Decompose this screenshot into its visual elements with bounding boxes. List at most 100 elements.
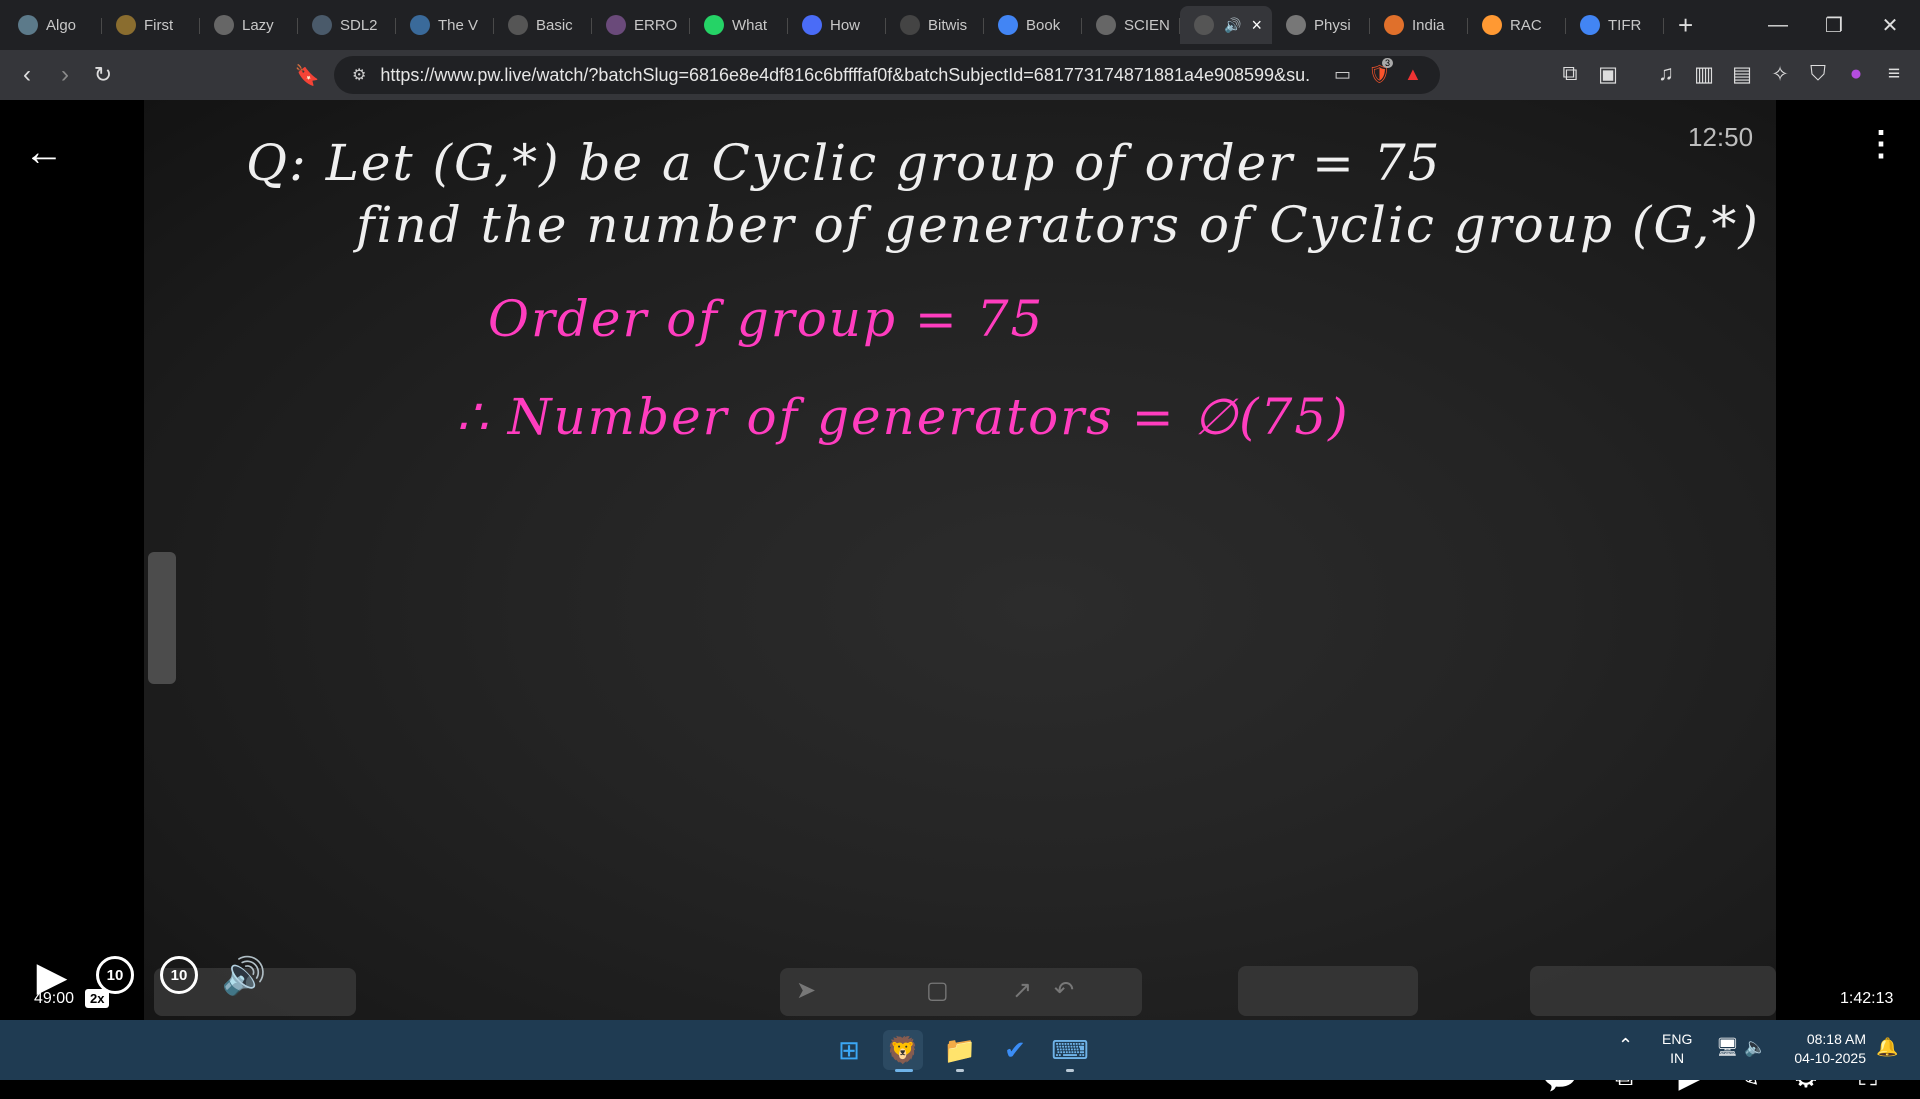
question-line-2: find the number of generators of Cyclic … bbox=[356, 196, 1760, 254]
tray-chevron-icon[interactable]: ⌃ bbox=[1618, 1036, 1633, 1055]
browser-tab[interactable]: Lazy bbox=[200, 6, 298, 44]
browser-tab[interactable]: TIFR bbox=[1566, 6, 1664, 44]
menu-icon[interactable]: ≡ bbox=[1880, 62, 1908, 86]
reader-icon[interactable]: ▣ bbox=[1594, 62, 1622, 87]
india-flag-icon bbox=[1482, 15, 1502, 35]
sdl-icon bbox=[312, 15, 332, 35]
volume-icon[interactable]: 🔊 bbox=[222, 954, 267, 998]
back-icon[interactable]: ‹ bbox=[8, 61, 46, 89]
sidebar-icon[interactable]: ▥ bbox=[1690, 62, 1718, 87]
file-explorer-icon[interactable]: 📁 bbox=[940, 1030, 980, 1072]
ghost-pointer-icon: ➤ bbox=[796, 977, 817, 1004]
browser-tab[interactable]: Physi bbox=[1272, 6, 1370, 44]
network-icon[interactable]: 🖥 bbox=[1716, 1038, 1739, 1057]
extensions-icon[interactable]: ⧉ bbox=[1556, 62, 1584, 86]
reload-icon[interactable]: ↻ bbox=[84, 62, 122, 88]
leo-ai-icon[interactable]: ✧ bbox=[1766, 62, 1794, 87]
tab-title: Bitwis bbox=[928, 16, 968, 34]
browser-tab[interactable]: India bbox=[1370, 6, 1468, 44]
ghost-toolbar-drawing bbox=[780, 968, 1142, 1016]
forward-icon[interactable]: › bbox=[46, 61, 84, 89]
whatsapp-icon bbox=[704, 15, 724, 35]
browser-tab-strip: Algo First Lazy SDL2 The V Basic ERRO What How Bi… bbox=[0, 0, 1920, 50]
browser-tab[interactable]: 🔊 × bbox=[1180, 6, 1272, 44]
code-icon bbox=[900, 15, 920, 35]
brave-rewards-icon[interactable]: ▲ bbox=[1404, 64, 1422, 85]
wallet-icon[interactable]: ▤ bbox=[1728, 62, 1756, 87]
site-settings-icon[interactable]: ⚙ bbox=[352, 65, 366, 85]
browser-toolbar: ‹ › ↻ 🔖 ⚙ https://www.pw.live/watch/?bat… bbox=[0, 50, 1920, 100]
close-tab-icon[interactable]: × bbox=[1251, 15, 1262, 36]
browser-tab[interactable]: SDL2 bbox=[298, 6, 396, 44]
algo-icon bbox=[18, 15, 38, 35]
browser-tab[interactable]: RAC bbox=[1468, 6, 1566, 44]
taskbar-date: 04-10-2025 bbox=[1794, 1050, 1866, 1066]
back-arrow-icon[interactable]: ← bbox=[24, 130, 64, 175]
forward-10-button[interactable]: 10 bbox=[160, 956, 198, 994]
ghost-toolbar-far-right bbox=[1530, 966, 1776, 1016]
more-options-icon[interactable]: ⋮ bbox=[1864, 124, 1898, 164]
tab-title: Lazy bbox=[242, 16, 274, 34]
browser-tab[interactable]: SCIEN bbox=[1082, 6, 1180, 44]
shield-count-badge: 3 bbox=[1382, 58, 1394, 68]
browser-tab[interactable]: ERRO bbox=[592, 6, 690, 44]
new-tab-button[interactable]: + bbox=[1678, 12, 1693, 38]
browser-tab[interactable]: How bbox=[788, 6, 886, 44]
tab-title: RAC bbox=[1510, 16, 1542, 34]
rewind-10-button[interactable]: 10 bbox=[96, 956, 134, 994]
browser-tab[interactable]: Book bbox=[984, 6, 1082, 44]
tab-audio-icon[interactable]: 🔊 bbox=[1224, 17, 1241, 34]
keyboard-icon[interactable]: ⌨ bbox=[1050, 1030, 1090, 1072]
tab-title: The V bbox=[438, 16, 479, 34]
side-panel-handle[interactable] bbox=[148, 552, 176, 684]
video-player[interactable]: Q: Let (G,*) be a Cyclic group of order … bbox=[0, 100, 1920, 1094]
ghost-toolbar-right bbox=[1238, 966, 1418, 1016]
question-line-1: Q: Let (G,*) be a Cyclic group of order … bbox=[246, 134, 1442, 192]
windows-start-icon[interactable]: ⊞ bbox=[829, 1030, 869, 1070]
tab-title: TIFR bbox=[1608, 16, 1642, 34]
region-code: IN bbox=[1670, 1050, 1685, 1066]
browser-tab[interactable]: What bbox=[690, 6, 788, 44]
wordpress-icon bbox=[410, 15, 430, 35]
url-text[interactable]: https://www.pw.live/watch/?batchSlug=681… bbox=[380, 65, 1310, 86]
ghost-undo-icon: ↶ bbox=[1054, 977, 1075, 1004]
wiki-icon bbox=[1286, 15, 1306, 35]
browser-tab[interactable]: The V bbox=[396, 6, 494, 44]
address-bar[interactable]: ⚙ https://www.pw.live/watch/?batchSlug=6… bbox=[334, 56, 1440, 94]
taskbar-time: 08:18 AM bbox=[1806, 1031, 1866, 1047]
avatar-icon bbox=[606, 15, 626, 35]
brave-browser-icon[interactable]: 🦁 bbox=[883, 1030, 923, 1072]
bitcoin-icon bbox=[116, 15, 136, 35]
rewind-10-label: 10 bbox=[106, 966, 124, 984]
minimize-button[interactable]: — bbox=[1750, 0, 1806, 50]
browser-tab[interactable]: Basic bbox=[494, 6, 592, 44]
vpn-icon[interactable]: ⛉ bbox=[1804, 62, 1832, 86]
answer-line-2: ∴ Number of generators = ∅(75) bbox=[456, 388, 1350, 446]
pw-icon bbox=[1194, 15, 1214, 35]
tab-title: ERRO bbox=[634, 16, 678, 34]
google-icon bbox=[1580, 15, 1600, 35]
media-icon[interactable]: ♫ bbox=[1652, 62, 1680, 86]
tab-title: Physi bbox=[1314, 16, 1351, 34]
profile-icon[interactable]: ● bbox=[1842, 62, 1870, 86]
notification-bell-icon[interactable]: 🔔 bbox=[1876, 1038, 1898, 1057]
browser-tab[interactable]: Algo bbox=[4, 6, 102, 44]
play-icon[interactable]: ▶ bbox=[34, 955, 70, 999]
language-indicator[interactable]: ENG IN bbox=[1662, 1030, 1692, 1068]
browser-tab[interactable]: Bitwis bbox=[886, 6, 984, 44]
flag-icon bbox=[1384, 15, 1404, 35]
speaker-icon[interactable]: 🔈 bbox=[1744, 1038, 1766, 1057]
tab-title: SCIEN bbox=[1124, 16, 1170, 34]
duration: 1:42:13 bbox=[1840, 990, 1894, 1007]
browser-tab[interactable]: First bbox=[102, 6, 200, 44]
globe-icon bbox=[1096, 15, 1116, 35]
overlay-clock: 12:50 bbox=[1688, 122, 1754, 152]
clock-area[interactable]: 08:18 AM 04-10-2025 bbox=[1786, 1030, 1866, 1068]
todo-icon[interactable]: ✔ bbox=[995, 1030, 1035, 1070]
close-window-button[interactable]: ✕ bbox=[1862, 0, 1918, 50]
tab-title: Book bbox=[1026, 16, 1061, 34]
restore-button[interactable]: ❐ bbox=[1806, 0, 1862, 50]
bookmark-icon[interactable]: 🔖 bbox=[288, 63, 326, 88]
cast-icon[interactable]: ▭ bbox=[1334, 64, 1351, 85]
tab-title: SDL2 bbox=[340, 16, 378, 34]
